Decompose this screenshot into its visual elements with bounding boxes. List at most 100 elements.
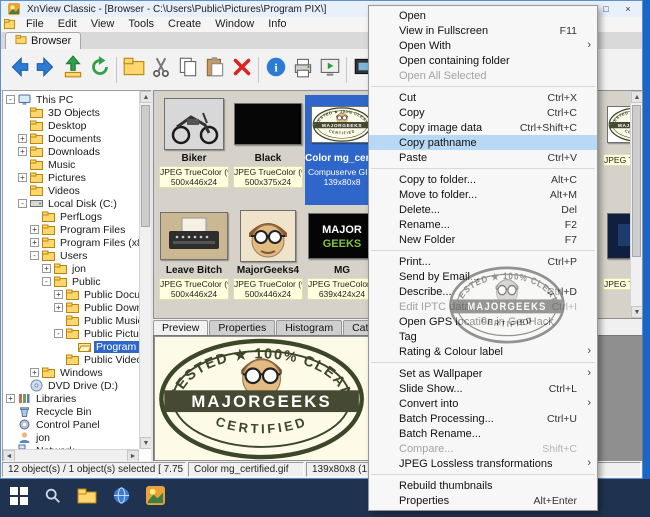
tree-item-program-files[interactable]: +Program Files	[3, 223, 139, 236]
tree-item-documents[interactable]: +Documents	[3, 132, 139, 145]
context-menu-item-send-by-email-[interactable]: Send by Email...	[369, 269, 597, 284]
tree-item-jon[interactable]: jon	[3, 431, 139, 444]
expand-icon[interactable]: +	[18, 173, 27, 182]
tree-vertical-scrollbar[interactable]: ▲▼	[139, 91, 151, 449]
expand-icon[interactable]: +	[42, 264, 51, 273]
thumbnail-leave-bitch[interactable]: Leave BitchJPEG TrueColor (v1.1)500x446x…	[157, 207, 231, 317]
context-menu-item-view-in-fullscreen[interactable]: View in FullscreenF11	[369, 23, 597, 38]
tree-item-users[interactable]: -Users	[3, 249, 139, 262]
tree-item-libraries[interactable]: +Libraries	[3, 392, 139, 405]
context-menu-item-rating-colour-label[interactable]: Rating & Colour label›	[369, 344, 597, 359]
tab-browser[interactable]: Browser	[5, 32, 81, 49]
start-taskbar-button[interactable]	[2, 481, 36, 515]
context-menu-item-slide-show-[interactable]: Slide Show...Ctrl+L	[369, 381, 597, 396]
context-menu-item-copy-image-data[interactable]: Copy image dataCtrl+Shift+C	[369, 120, 597, 135]
search-taskbar-button[interactable]	[36, 481, 70, 515]
expand-icon[interactable]: +	[30, 225, 39, 234]
menubar-item-file[interactable]: File	[19, 17, 51, 32]
collapse-icon[interactable]: -	[42, 277, 51, 286]
tree-item-3d-objects[interactable]: 3D Objects	[3, 106, 139, 119]
context-menu-item-copy-pathname[interactable]: Copy pathname	[369, 135, 597, 150]
context-menu-item-cut[interactable]: CutCtrl+X	[369, 90, 597, 105]
context-menu-item-jpeg-lossless-transformations[interactable]: JPEG Lossless transformations›	[369, 456, 597, 471]
up-level-button[interactable]	[59, 55, 86, 85]
tree-item-dvd-drive-d-[interactable]: DVD Drive (D:)	[3, 379, 139, 392]
collapse-icon[interactable]: -	[18, 199, 27, 208]
xnview-taskbar-button[interactable]	[138, 481, 172, 515]
expand-icon[interactable]: +	[18, 147, 27, 156]
tree-item-windows[interactable]: +Windows	[3, 366, 139, 379]
scroll-down-icon[interactable]: ▼	[631, 306, 643, 318]
scroll-thumb[interactable]	[141, 105, 150, 227]
menubar-item-window[interactable]: Window	[208, 17, 261, 32]
tree-item-videos[interactable]: Videos	[3, 184, 139, 197]
expand-icon[interactable]: +	[30, 238, 39, 247]
tree-item-public-downloa[interactable]: +Public Downloa	[3, 301, 139, 314]
info-button[interactable]: i	[262, 55, 289, 85]
context-menu-item-properties[interactable]: PropertiesAlt+Enter	[369, 493, 597, 508]
explorer-taskbar-button[interactable]	[70, 481, 104, 515]
expand-icon[interactable]: +	[18, 134, 27, 143]
collapse-icon[interactable]: -	[54, 329, 63, 338]
context-menu-item-move-to-folder-[interactable]: Move to folder...Alt+M	[369, 187, 597, 202]
tree-item-pictures[interactable]: +Pictures	[3, 171, 139, 184]
maximize-button[interactable]: □	[596, 3, 616, 16]
tree-item-music[interactable]: Music	[3, 158, 139, 171]
tree-item-control-panel[interactable]: Control Panel	[3, 418, 139, 431]
tree-item-perflogs[interactable]: PerfLogs	[3, 210, 139, 223]
context-menu-item-open-with[interactable]: Open With›	[369, 38, 597, 53]
context-menu-item-rename-[interactable]: Rename...F2	[369, 217, 597, 232]
tree-item-program-pix[interactable]: Program PIX	[3, 340, 139, 353]
context-menu-item-paste[interactable]: PasteCtrl+V	[369, 150, 597, 165]
thumbnail-majorgeeks4[interactable]: MajorGeeks4JPEG TrueColor (v1.1)500x446x…	[231, 207, 305, 317]
preview-tab-preview[interactable]: Preview	[153, 320, 208, 335]
expand-icon[interactable]: +	[54, 290, 63, 299]
thumbnails-vertical-scrollbar[interactable]: ▲▼	[630, 91, 642, 318]
refresh-button[interactable]	[86, 55, 113, 85]
expand-icon[interactable]: +	[30, 368, 39, 377]
thumbnail-biker[interactable]: BikerJPEG TrueColor (v1.1)500x446x24	[157, 95, 231, 205]
context-menu-item-open-gps-location-in-geohack[interactable]: Open GPS location in GeoHack	[369, 314, 597, 329]
context-menu-item-copy-to-folder-[interactable]: Copy to folder...Alt+C	[369, 172, 597, 187]
tree-item-public-pictures[interactable]: -Public Pictures	[3, 327, 139, 340]
context-menu-item-batch-processing-[interactable]: Batch Processing...Ctrl+U	[369, 411, 597, 426]
tree-item-public[interactable]: -Public	[3, 275, 139, 288]
tree-horizontal-scrollbar[interactable]: ◄ ►	[3, 449, 139, 461]
browse-button[interactable]	[120, 55, 147, 85]
context-menu-item-print-[interactable]: Print...Ctrl+P	[369, 254, 597, 269]
back-button[interactable]	[5, 55, 32, 85]
preview-tab-histogram[interactable]: Histogram	[276, 320, 342, 335]
context-menu-item-open-all-selected[interactable]: Open All Selected	[369, 68, 597, 83]
tree-item-local-disk-c-[interactable]: -Local Disk (C:)	[3, 197, 139, 210]
close-button[interactable]: ×	[618, 3, 638, 16]
context-menu-item-batch-rename-[interactable]: Batch Rename...	[369, 426, 597, 441]
context-menu-item-edit-iptc-data-[interactable]: Edit IPTC data...Ctrl+I	[369, 299, 597, 314]
collapse-icon[interactable]: -	[30, 251, 39, 260]
menubar-item-view[interactable]: View	[84, 17, 122, 32]
scroll-thumb[interactable]	[632, 105, 641, 257]
expand-icon[interactable]: +	[54, 303, 63, 312]
thumbnail-black[interactable]: BlackJPEG TrueColor (v1.1)500x375x24	[231, 95, 305, 205]
cut-button[interactable]	[147, 55, 174, 85]
delete-button[interactable]	[228, 55, 255, 85]
tree-item-recycle-bin[interactable]: Recycle Bin	[3, 405, 139, 418]
slideshow-button[interactable]	[316, 55, 343, 85]
preview-tab-properties[interactable]: Properties	[209, 320, 275, 335]
menubar-item-tools[interactable]: Tools	[121, 17, 161, 32]
copy-button[interactable]	[174, 55, 201, 85]
context-menu-item-open[interactable]: Open	[369, 8, 597, 23]
browser-taskbar-button[interactable]	[104, 481, 138, 515]
context-menu-item-convert-into[interactable]: Convert into›	[369, 396, 597, 411]
context-menu-item-rebuild-thumbnails[interactable]: Rebuild thumbnails	[369, 478, 597, 493]
forward-button[interactable]	[32, 55, 59, 85]
context-menu-item-set-as-wallpaper[interactable]: Set as Wallpaper›	[369, 366, 597, 381]
tree-item-program-files-x86-[interactable]: +Program Files (x86)	[3, 236, 139, 249]
context-menu-item-tag[interactable]: Tag	[369, 329, 597, 344]
context-menu-item-compare-[interactable]: Compare...Shift+C	[369, 441, 597, 456]
context-menu-item-delete-[interactable]: Delete...Del	[369, 202, 597, 217]
expand-icon[interactable]: +	[6, 394, 15, 403]
menubar-item-info[interactable]: Info	[261, 17, 293, 32]
context-menu-item-copy[interactable]: CopyCtrl+C	[369, 105, 597, 120]
tree-item-downloads[interactable]: +Downloads	[3, 145, 139, 158]
context-menu-item-describe-[interactable]: Describe...Ctrl+D	[369, 284, 597, 299]
